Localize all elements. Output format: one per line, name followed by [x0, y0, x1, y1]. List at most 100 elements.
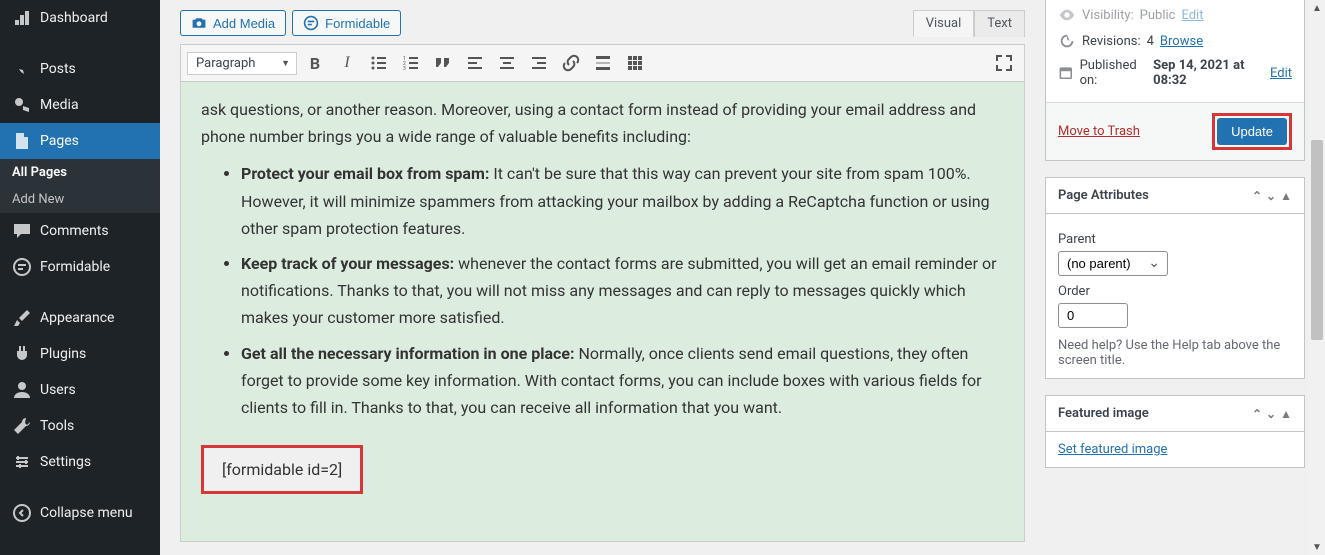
- formidable-button[interactable]: Formidable: [292, 10, 401, 36]
- users-icon: [12, 380, 32, 400]
- list-item: Keep track of your messages: whenever th…: [241, 250, 1004, 332]
- published-label: Published on:: [1080, 58, 1148, 88]
- bullet-list-button[interactable]: [365, 49, 393, 77]
- sidebar-item-comments[interactable]: Comments: [0, 213, 160, 249]
- list-item: Protect your email box from spam: It can…: [241, 160, 1004, 242]
- plugin-icon: [12, 344, 32, 364]
- format-select[interactable]: Paragraph: [187, 52, 297, 75]
- page-icon: [12, 131, 32, 151]
- revisions-browse-link[interactable]: Browse: [1160, 34, 1203, 49]
- add-media-label: Add Media: [213, 16, 275, 31]
- fullscreen-button[interactable]: [990, 49, 1018, 77]
- settings-icon: [12, 452, 32, 472]
- brush-icon: [12, 308, 32, 328]
- update-highlight: Update: [1212, 113, 1292, 150]
- media-icon: [12, 95, 32, 115]
- set-featured-image-link[interactable]: Set featured image: [1058, 442, 1167, 457]
- align-left-button[interactable]: [461, 49, 489, 77]
- featured-image-metabox: Featured image ⌃ ⌄ ▲ Set featured image: [1045, 395, 1305, 468]
- move-to-trash-link[interactable]: Move to Trash: [1058, 124, 1140, 139]
- numbered-list-button[interactable]: 123: [397, 49, 425, 77]
- sidebar-sub-add-new[interactable]: Add New: [0, 186, 160, 213]
- help-text: Need help? Use the Help tab above the sc…: [1058, 338, 1292, 368]
- dashboard-icon: [12, 8, 32, 28]
- sidebar-label: Settings: [40, 454, 91, 470]
- sidebar-label: Users: [40, 382, 76, 398]
- sidebar-label: Formidable: [40, 259, 110, 275]
- sidebar-item-users[interactable]: Users: [0, 372, 160, 408]
- toolbar-toggle-button[interactable]: [621, 49, 649, 77]
- bullet-bold: Get all the necessary information in one…: [241, 344, 575, 363]
- scroll-up-icon[interactable]: ▲: [1309, 0, 1325, 16]
- sidebar-item-posts[interactable]: Posts: [0, 51, 160, 87]
- align-center-button[interactable]: [493, 49, 521, 77]
- visibility-edit-link[interactable]: Edit: [1181, 8, 1203, 23]
- blockquote-button[interactable]: [429, 49, 457, 77]
- sidebar-label: Comments: [40, 223, 109, 239]
- sidebar-label: Collapse menu: [40, 505, 133, 521]
- tab-visual[interactable]: Visual: [913, 10, 975, 37]
- order-label: Order: [1058, 284, 1292, 299]
- add-media-button[interactable]: Add Media: [180, 10, 286, 36]
- sidebar-item-tools[interactable]: Tools: [0, 408, 160, 444]
- caret-up-icon[interactable]: ▲: [1280, 407, 1292, 421]
- read-more-button[interactable]: [589, 49, 617, 77]
- collapse-icon: [12, 503, 32, 523]
- sidebar-label: Tools: [40, 418, 74, 434]
- sidebar-item-plugins[interactable]: Plugins: [0, 336, 160, 372]
- page-attributes-title: Page Attributes: [1058, 188, 1149, 203]
- align-right-button[interactable]: [525, 49, 553, 77]
- sidebar-label: Media: [40, 97, 79, 113]
- editor-toolbar: Paragraph B I 123: [180, 44, 1025, 82]
- link-button[interactable]: [557, 49, 585, 77]
- calendar-icon: [1058, 64, 1074, 82]
- italic-button[interactable]: I: [333, 49, 361, 77]
- sidebar-label: Pages: [40, 133, 79, 149]
- visibility-icon: [1058, 6, 1076, 24]
- parent-select[interactable]: (no parent): [1058, 251, 1168, 276]
- featured-image-title: Featured image: [1058, 406, 1149, 421]
- sidebar-item-pages[interactable]: Pages: [0, 123, 160, 159]
- revisions-label: Revisions:: [1082, 34, 1141, 49]
- sidebar-item-dashboard[interactable]: Dashboard: [0, 0, 160, 36]
- sidebar-item-settings[interactable]: Settings: [0, 444, 160, 480]
- scrollbar-thumb[interactable]: [1311, 140, 1323, 340]
- update-button[interactable]: Update: [1217, 118, 1287, 145]
- shortcode-highlight: [formidable id=2]: [201, 445, 363, 494]
- editor-content[interactable]: ask questions, or another reason. Moreov…: [180, 82, 1025, 542]
- formidable-icon: [303, 15, 319, 31]
- chevron-down-icon[interactable]: ⌄: [1266, 407, 1276, 421]
- published-value: Sep 14, 2021 at 08:32: [1153, 58, 1264, 88]
- chevron-up-icon[interactable]: ⌃: [1252, 189, 1262, 203]
- content-intro: ask questions, or another reason. Moreov…: [201, 96, 1004, 150]
- tab-text[interactable]: Text: [974, 10, 1025, 37]
- parent-label: Parent: [1058, 232, 1292, 247]
- svg-text:3: 3: [403, 66, 406, 72]
- sidebar-sub-all-pages[interactable]: All Pages: [0, 159, 160, 186]
- visibility-value: Public: [1140, 8, 1176, 23]
- scroll-down-icon[interactable]: ▼: [1309, 539, 1325, 555]
- order-input[interactable]: [1058, 303, 1128, 328]
- sidebar-item-media[interactable]: Media: [0, 87, 160, 123]
- formidable-label: Formidable: [325, 16, 390, 31]
- tools-icon: [12, 416, 32, 436]
- sidebar-label: Plugins: [40, 346, 86, 362]
- bold-button[interactable]: B: [301, 49, 329, 77]
- admin-sidebar: Dashboard Posts Media Pages All Pages Ad…: [0, 0, 160, 555]
- formidable-icon: [12, 257, 32, 277]
- bullet-bold: Keep track of your messages:: [241, 254, 454, 273]
- sidebar-item-collapse[interactable]: Collapse menu: [0, 495, 160, 531]
- comment-icon: [12, 221, 32, 241]
- caret-up-icon[interactable]: ▲: [1280, 189, 1292, 203]
- sidebar-label: Posts: [40, 61, 76, 77]
- publish-metabox: Visibility: Public Edit Revisions: 4 Bro…: [1045, 0, 1305, 161]
- pin-icon: [12, 59, 32, 79]
- published-edit-link[interactable]: Edit: [1270, 66, 1292, 81]
- main-content: Add Media Formidable Visual Text Paragra…: [160, 0, 1325, 555]
- sidebar-item-appearance[interactable]: Appearance: [0, 300, 160, 336]
- chevron-down-icon[interactable]: ⌄: [1266, 189, 1276, 203]
- chevron-up-icon[interactable]: ⌃: [1252, 407, 1262, 421]
- list-item: Get all the necessary information in one…: [241, 340, 1004, 422]
- sidebar-item-formidable[interactable]: Formidable: [0, 249, 160, 285]
- page-scrollbar[interactable]: ▲ ▼: [1309, 0, 1325, 555]
